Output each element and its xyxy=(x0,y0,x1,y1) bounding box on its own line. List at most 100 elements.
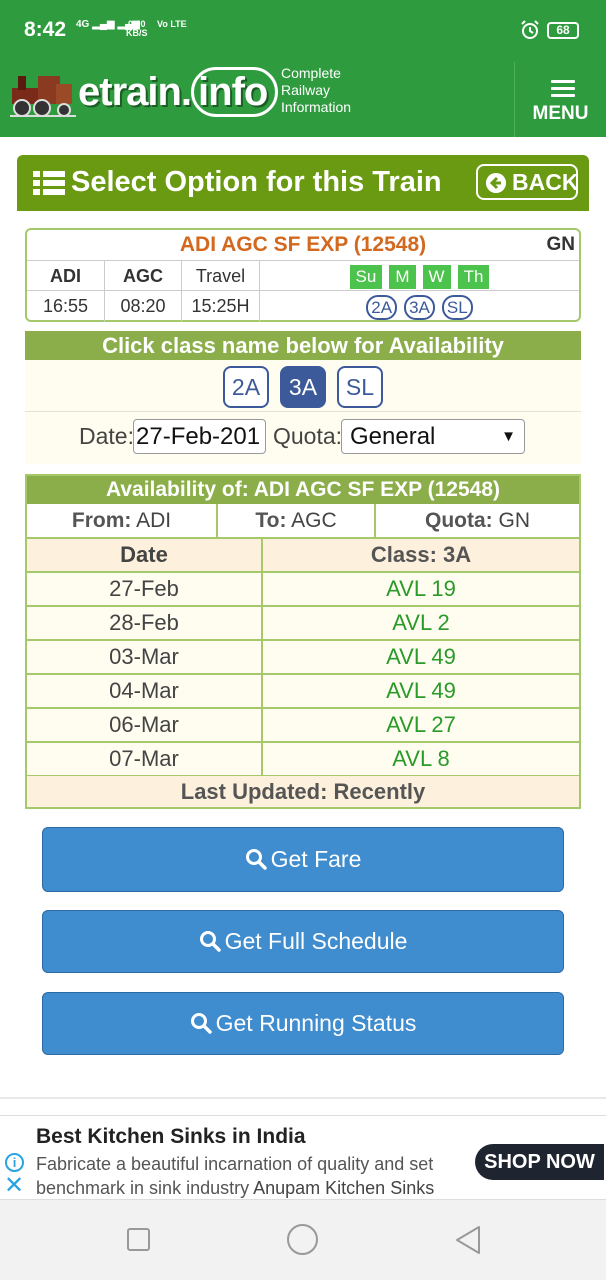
row-status[interactable]: AVL 49 xyxy=(263,641,579,673)
day-badge: M xyxy=(389,265,416,290)
class-select-heading: Click class name below for Availability xyxy=(25,331,581,360)
row-status[interactable]: AVL 27 xyxy=(263,709,579,741)
tagline-line: Railway xyxy=(281,82,331,98)
table-row: 07-Mar AVL 8 xyxy=(27,743,579,777)
dropdown-arrow-icon: ▼ xyxy=(501,428,516,445)
table-row: 28-Feb AVL 2 xyxy=(27,607,579,641)
route-quota-row: From: ADI To: AGC Quota: GN xyxy=(27,504,579,539)
ad-title[interactable]: Best Kitchen Sinks in India xyxy=(36,1125,306,1149)
to-station-code[interactable]: AGC xyxy=(105,261,182,292)
row-status[interactable]: AVL 2 xyxy=(263,607,579,639)
get-fare-button[interactable]: Get Fare xyxy=(42,827,564,892)
get-fare-label: Get Fare xyxy=(270,846,362,872)
class-button-2a[interactable]: 2A xyxy=(223,366,269,408)
quota-select[interactable]: General ▼ xyxy=(341,419,525,454)
hamburger-icon xyxy=(551,80,575,98)
logo-part-info: info xyxy=(191,67,279,117)
date-label: Date: xyxy=(79,423,134,449)
arrival-time: 08:20 xyxy=(105,291,182,322)
date-quota-row: Date: 27-Feb-201 Quota: General ▼ xyxy=(25,412,581,464)
availability-heading: Availability of: ADI AGC SF EXP (12548) xyxy=(27,476,579,504)
train-timing-row: 16:55 08:20 15:25H 2A 3A SL xyxy=(27,290,579,322)
quota-value: GN xyxy=(498,509,531,532)
ad-advertiser: Anupam Kitchen Sinks xyxy=(253,1178,435,1198)
back-nav-icon[interactable] xyxy=(454,1225,482,1255)
data-speed: 0.00 KB/S xyxy=(126,20,148,38)
quota-cell: Quota: GN xyxy=(376,504,579,537)
train-classes: 2A 3A SL xyxy=(260,291,579,322)
day-badge: Th xyxy=(457,265,490,290)
logo-part-etrain: etrain. xyxy=(78,70,192,114)
from-value: ADI xyxy=(136,509,172,532)
system-nav-bar xyxy=(0,1200,606,1280)
volte-indicator: Vo LTE xyxy=(157,19,187,29)
divider xyxy=(0,1097,606,1099)
train-header-row: ADI AGC Travel Su M W Th xyxy=(27,260,579,292)
table-header-row: Date Class: 3A xyxy=(27,539,579,573)
info-icon[interactable]: i xyxy=(5,1153,24,1172)
logo-wordmark[interactable]: etrain. info xyxy=(78,67,279,117)
row-date: 28-Feb xyxy=(27,607,263,639)
departure-time: 16:55 xyxy=(27,291,105,322)
class-button-row: 2A 3A SL xyxy=(25,360,581,412)
back-label: BACK xyxy=(512,169,579,195)
list-icon xyxy=(33,171,65,195)
tagline-line: Complete xyxy=(281,65,341,81)
from-label: From: xyxy=(71,509,132,532)
class-pill[interactable]: SL xyxy=(441,294,473,320)
back-button[interactable]: BACK xyxy=(476,164,578,200)
to-value: AGC xyxy=(291,509,337,532)
get-running-status-button[interactable]: Get Running Status xyxy=(42,992,564,1055)
quota-selected-value: General xyxy=(350,423,436,450)
train-info-card: ADI AGC SF EXP (12548) GN ADI AGC Travel… xyxy=(25,228,581,322)
get-full-schedule-label: Get Full Schedule xyxy=(224,928,408,954)
status-bar: 8:42 4G ▂▄▆ ▂▄▆ 0.00 KB/S Vo LTE 68 xyxy=(0,0,606,62)
panel-title-bar: Select Option for this Train BACK xyxy=(17,155,589,211)
quota-label: Quota: xyxy=(425,509,493,532)
date-input[interactable]: 27-Feb-201 xyxy=(133,419,266,454)
from-cell: From: ADI xyxy=(27,504,218,537)
battery-indicator: 68 xyxy=(547,22,579,39)
class-pill[interactable]: 2A xyxy=(366,294,398,320)
table-row: 06-Mar AVL 27 xyxy=(27,709,579,743)
clock: 8:42 xyxy=(24,18,67,41)
travel-label: Travel xyxy=(182,261,260,292)
speed-unit: KB/S xyxy=(126,28,148,38)
close-icon[interactable]: ✕ xyxy=(4,1174,24,1198)
row-date: 03-Mar xyxy=(27,641,263,673)
to-cell: To: AGC xyxy=(218,504,376,537)
quota-code: GN xyxy=(546,234,576,255)
site-header: etrain. info Complete Railway Information… xyxy=(0,62,606,137)
train-name[interactable]: ADI AGC SF EXP (12548) xyxy=(27,233,579,257)
recent-apps-icon[interactable] xyxy=(127,1228,150,1251)
menu-button[interactable]: MENU xyxy=(514,62,606,137)
get-running-status-label: Get Running Status xyxy=(215,1010,417,1036)
class-button-3a[interactable]: 3A xyxy=(280,366,326,408)
logo-tagline: Complete Railway Information xyxy=(281,65,351,116)
class-pill[interactable]: 3A xyxy=(404,294,435,320)
search-icon xyxy=(190,1013,212,1034)
last-updated: Last Updated: Recently xyxy=(27,776,579,807)
train-logo-icon[interactable] xyxy=(8,66,78,120)
row-status[interactable]: AVL 19 xyxy=(263,573,579,605)
availability-table: Availability of: ADI AGC SF EXP (12548) … xyxy=(25,474,581,809)
quota-label: Quota: xyxy=(273,423,343,449)
network-type: 4G xyxy=(76,19,90,30)
tagline-line: Information xyxy=(281,99,352,115)
running-days: Su M W Th xyxy=(260,261,579,292)
column-header-date: Date xyxy=(27,539,263,571)
get-full-schedule-button[interactable]: Get Full Schedule xyxy=(42,910,564,973)
table-row: 27-Feb AVL 19 xyxy=(27,573,579,607)
row-status[interactable]: AVL 8 xyxy=(263,743,579,775)
from-station-code[interactable]: ADI xyxy=(27,261,105,292)
ad-banner[interactable]: Best Kitchen Sinks in India i ✕ Fabricat… xyxy=(0,1115,606,1200)
back-arrow-icon xyxy=(486,173,506,193)
class-button-sl[interactable]: SL xyxy=(337,366,383,408)
search-icon xyxy=(245,849,267,870)
shop-now-button[interactable]: SHOP NOW xyxy=(475,1144,604,1180)
travel-time: 15:25H xyxy=(182,291,260,322)
panel-title: Select Option for this Train xyxy=(71,166,442,198)
table-row: 03-Mar AVL 49 xyxy=(27,641,579,675)
row-status[interactable]: AVL 49 xyxy=(263,675,579,707)
home-icon[interactable] xyxy=(287,1224,318,1255)
